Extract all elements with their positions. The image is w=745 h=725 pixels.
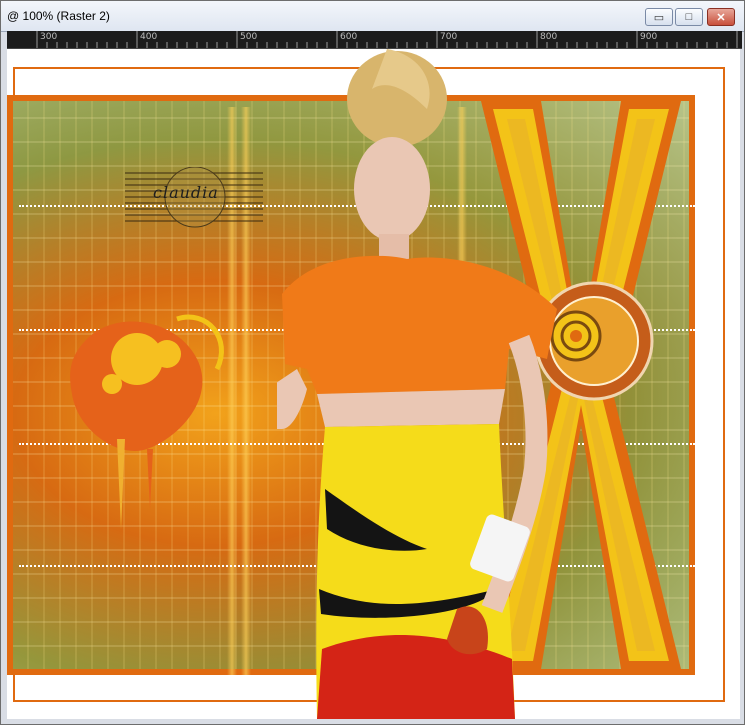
ruler-ticks	[36, 31, 738, 48]
image-canvas[interactable]: claudia	[7, 49, 740, 719]
ruler-label: 300	[40, 32, 58, 42]
watermark-text: claudia	[153, 183, 219, 202]
image-window: @ 100% (Raster 2) ▭ □ ✕ 300 400 500 600 …	[0, 0, 745, 725]
ruler-label: 900	[640, 32, 658, 42]
ruler-label: 600	[340, 32, 358, 42]
title-bar[interactable]: @ 100% (Raster 2) ▭ □ ✕	[1, 1, 744, 32]
ruler-label: 800	[540, 32, 558, 42]
watermark-logo: claudia	[125, 166, 263, 231]
close-icon: ✕	[716, 11, 726, 24]
maximize-button[interactable]: □	[675, 8, 703, 26]
maximize-icon: □	[685, 11, 693, 23]
ruler-label: 500	[240, 32, 258, 42]
window-title: @ 100% (Raster 2)	[7, 9, 110, 23]
horizontal-ruler: 300 400 500 600 700 800 900	[7, 31, 742, 49]
close-button[interactable]: ✕	[707, 8, 735, 26]
paint-splash-graphic	[70, 314, 224, 529]
ruler-label: 700	[440, 32, 458, 42]
minimize-button[interactable]: ▭	[645, 8, 673, 26]
ruler-label: 400	[140, 32, 158, 42]
woman-figure-graphic	[277, 49, 557, 719]
minimize-icon: ▭	[653, 11, 665, 24]
